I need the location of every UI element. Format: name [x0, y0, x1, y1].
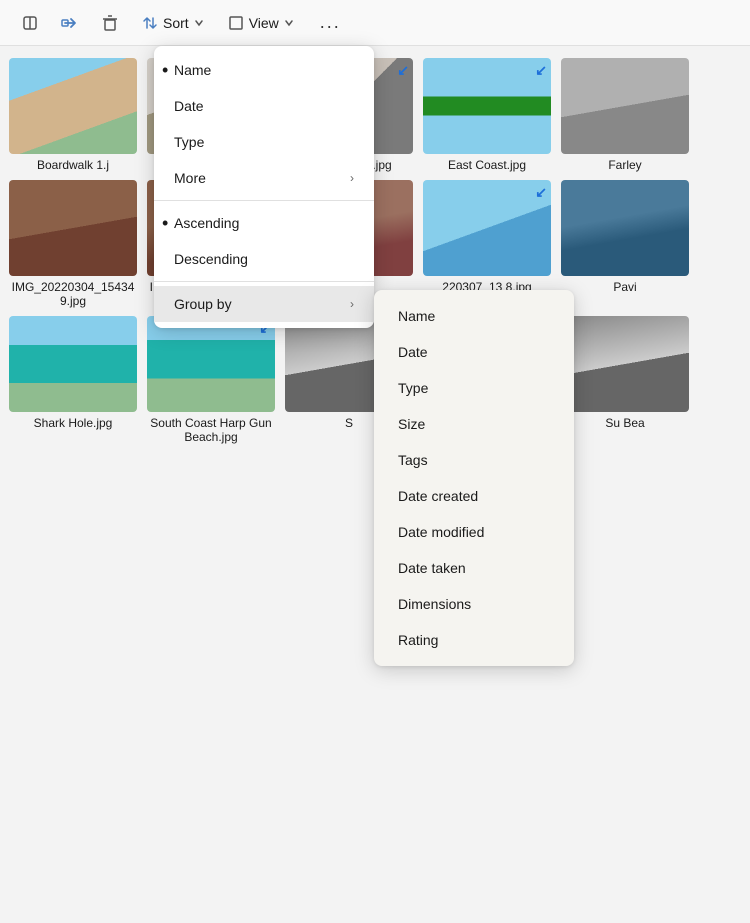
photo-thumb-eastcoast: ↙ [423, 58, 551, 154]
sort-name-item[interactable]: Name [154, 52, 374, 88]
view-button[interactable]: View [218, 10, 304, 36]
groupby-item-tags[interactable]: Tags [374, 442, 574, 478]
blue-arrow-icon-eastcoast: ↙ [535, 62, 547, 79]
sort-divider-2 [154, 281, 374, 282]
groupby-item-date_modified[interactable]: Date modified [374, 514, 574, 550]
sort-more-item[interactable]: More › [154, 160, 374, 196]
sort-type-label: Type [174, 134, 204, 150]
sort-descending-label: Descending [174, 251, 248, 267]
photo-item-su[interactable]: Su Bea [560, 316, 690, 444]
sort-date-item[interactable]: Date [154, 88, 374, 124]
photo-label-img1: IMG_20220304_154349.jpg [9, 280, 137, 308]
photo-item-farley[interactable]: Farley [560, 58, 690, 172]
view-label: View [249, 15, 279, 31]
sort-date-label: Date [174, 98, 204, 114]
photo-label-farley: Farley [608, 158, 641, 172]
sort-chevron-icon [194, 18, 204, 28]
photo-thumb-farley [561, 58, 689, 154]
photo-item-img1[interactable]: IMG_20220304_154349.jpg [8, 180, 138, 308]
photo-item-sharkhole[interactable]: Shark Hole.jpg [8, 316, 138, 444]
sort-divider-1 [154, 200, 374, 201]
sort-groupby-item[interactable]: Group by › [154, 286, 374, 322]
view-icon [228, 15, 244, 31]
photo-thumb-pavi [561, 180, 689, 276]
photo-label-pavi: Pavi [613, 280, 636, 294]
photo-item-pavi[interactable]: Pavi [560, 180, 690, 308]
photo-item-southcoast[interactable]: ↙ South Coast Harp Gun Beach.jpg [146, 316, 276, 444]
photo-item-img4[interactable]: ↙220307_13 8.jpg [422, 180, 552, 308]
photo-thumb-southcoast: ↙ [147, 316, 275, 412]
photo-thumb-sharkhole [9, 316, 137, 412]
groupby-item-date[interactable]: Date [374, 334, 574, 370]
photo-label-southcoast: South Coast Harp Gun Beach.jpg [147, 416, 275, 444]
sort-groupby-chevron-icon: › [350, 297, 354, 311]
blue-arrow-icon-img4: ↙ [535, 184, 547, 201]
groupby-item-dimensions[interactable]: Dimensions [374, 586, 574, 622]
photo-thumb-boardwalk1 [9, 58, 137, 154]
photo-item-eastcoast[interactable]: ↙ East Coast.jpg [422, 58, 552, 172]
sort-more-chevron-icon: › [350, 171, 354, 185]
delete-icon-button[interactable] [92, 5, 128, 41]
sort-ascending-item[interactable]: Ascending [154, 205, 374, 241]
photo-thumb-img4: ↙ [423, 180, 551, 276]
view-chevron-icon [284, 18, 294, 28]
groupby-submenu: NameDateTypeSizeTagsDate createdDate mod… [374, 290, 574, 666]
sort-type-item[interactable]: Type [154, 124, 374, 160]
photo-label-boardwalk1: Boardwalk 1.j [37, 158, 109, 172]
groupby-item-date_created[interactable]: Date created [374, 478, 574, 514]
share-icon-button[interactable] [52, 5, 88, 41]
sort-label: Sort [163, 15, 189, 31]
groupby-item-name[interactable]: Name [374, 298, 574, 334]
photo-label-eastcoast: East Coast.jpg [448, 158, 526, 172]
sort-more-label: More [174, 170, 206, 186]
sort-dropdown: Name Date Type More › Ascending Descendi… [154, 46, 374, 328]
groupby-item-rating[interactable]: Rating [374, 622, 574, 658]
sort-button[interactable]: Sort [132, 10, 214, 36]
photo-label-sharkhole: Shark Hole.jpg [34, 416, 113, 430]
blue-arrow-icon-boardwalk3: ↙ [397, 62, 409, 79]
photo-thumb-su [561, 316, 689, 412]
photo-label-su: Su Bea [605, 416, 644, 430]
groupby-item-date_taken[interactable]: Date taken [374, 550, 574, 586]
photo-label-s: S [345, 416, 353, 430]
more-options-button[interactable]: ... [312, 7, 349, 38]
sort-descending-item[interactable]: Descending [154, 241, 374, 277]
sort-name-label: Name [174, 62, 211, 78]
photo-item-boardwalk1[interactable]: Boardwalk 1.j [8, 58, 138, 172]
groupby-item-size[interactable]: Size [374, 406, 574, 442]
sort-groupby-label: Group by [174, 296, 232, 312]
sort-ascending-label: Ascending [174, 215, 239, 231]
photo-thumb-img1 [9, 180, 137, 276]
groupby-item-type[interactable]: Type [374, 370, 574, 406]
pin-icon-button[interactable] [12, 5, 48, 41]
toolbar: Sort View ... [0, 0, 750, 46]
